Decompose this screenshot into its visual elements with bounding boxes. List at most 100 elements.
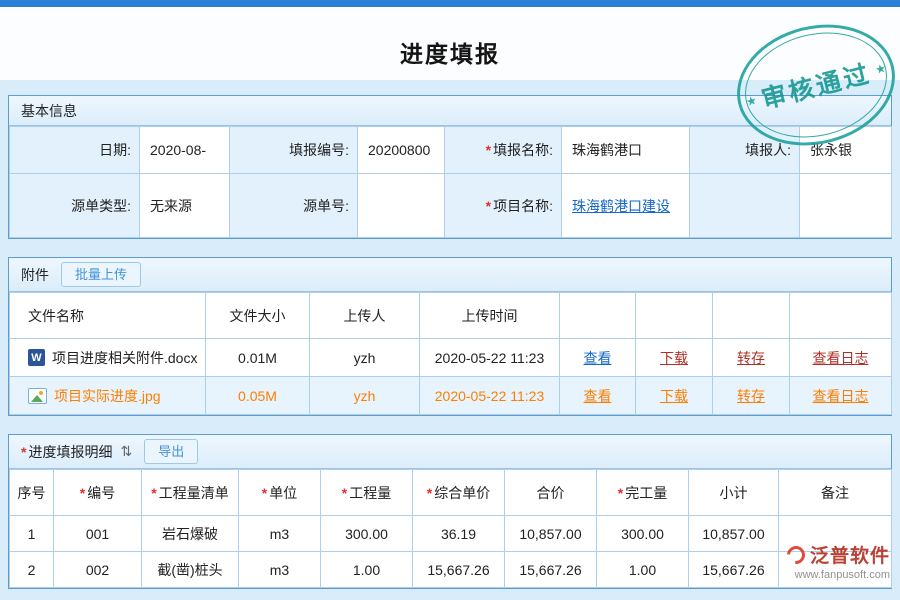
reporter-value: 张永银	[800, 127, 892, 174]
col-unit-price: *综合单价	[413, 470, 505, 516]
col-code: *编号	[54, 470, 142, 516]
page-title: 进度填报	[0, 35, 900, 69]
attachment-row-selected: 项目实际进度.jpg 0.05M yzh 2020-05-22 11:23 查看…	[10, 377, 892, 415]
main-content: 基本信息 日期: 2020-08- 填报编号: 20200800 *填报名称: …	[0, 80, 900, 589]
batch-upload-button[interactable]: 批量上传	[61, 262, 141, 287]
col-action-empty	[560, 293, 636, 339]
col-uploader: 上传人	[310, 293, 420, 339]
col-file-name: 文件名称	[10, 293, 206, 339]
required-mark: *	[486, 142, 491, 158]
col-subtotal: 小计	[689, 470, 779, 516]
view-log-cell: 查看日志	[790, 339, 892, 377]
progress-detail-table: 序号 *编号 *工程量清单 *单位 *工程量 *综合单价 合价 *完工量 小计 …	[9, 469, 892, 588]
col-total-price: 合价	[505, 470, 597, 516]
attachment-row: W 项目进度相关附件.docx 0.01M yzh 2020-05-22 11:…	[10, 339, 892, 377]
unit-price: 36.19	[413, 516, 505, 552]
source-type-label: 源单类型:	[10, 174, 140, 238]
col-boq: *工程量清单	[142, 470, 239, 516]
transfer-link[interactable]: 转存	[737, 350, 765, 366]
project-name-label: *项目名称:	[445, 174, 562, 238]
required-mark: *	[21, 444, 26, 460]
file-name: 项目实际进度.jpg	[54, 386, 161, 406]
view-cell: 查看	[560, 339, 636, 377]
export-button[interactable]: 导出	[144, 439, 198, 464]
basic-info-section: 基本信息 日期: 2020-08- 填报编号: 20200800 *填报名称: …	[8, 95, 892, 239]
total-price: 15,667.26	[505, 552, 597, 588]
project-name-link[interactable]: 珠海鹤港口建设	[572, 198, 670, 214]
code: 001	[54, 516, 142, 552]
upload-time: 2020-05-22 11:23	[420, 339, 560, 377]
source-no-value	[358, 174, 445, 238]
source-no-label: 源单号:	[230, 174, 358, 238]
transfer-cell: 转存	[713, 339, 790, 377]
download-cell: 下载	[636, 377, 713, 415]
report-name-label: *填报名称:	[445, 127, 562, 174]
unit-price: 15,667.26	[413, 552, 505, 588]
subtotal: 15,667.26	[689, 552, 779, 588]
view-link[interactable]: 查看	[584, 350, 612, 366]
col-seq: 序号	[10, 470, 54, 516]
quantity: 300.00	[321, 516, 413, 552]
download-link[interactable]: 下载	[660, 388, 688, 404]
col-action-empty	[790, 293, 892, 339]
col-action-empty	[636, 293, 713, 339]
fanpu-url: www.fanpusoft.com	[787, 569, 890, 581]
seq: 1	[10, 516, 54, 552]
col-completed: *完工量	[597, 470, 689, 516]
progress-detail-title: *进度填报明细	[21, 442, 112, 462]
view-link[interactable]: 查看	[584, 388, 612, 404]
uploader: yzh	[310, 377, 420, 415]
col-remark: 备注	[779, 470, 892, 516]
title-band: 进度填报	[0, 7, 900, 80]
download-cell: 下载	[636, 339, 713, 377]
basic-info-table: 日期: 2020-08- 填报编号: 20200800 *填报名称: 珠海鹤港口…	[9, 126, 892, 238]
view-log-link[interactable]: 查看日志	[813, 350, 869, 366]
completed-qty: 1.00	[597, 552, 689, 588]
progress-detail-header: *进度填报明细 ⇅ 导出	[9, 435, 891, 469]
view-log-link[interactable]: 查看日志	[813, 388, 869, 404]
seq: 2	[10, 552, 54, 588]
date-value: 2020-08-	[140, 127, 230, 174]
attachments-header-row: 文件名称 文件大小 上传人 上传时间	[10, 293, 892, 339]
fanpu-watermark: 泛普软件 www.fanpusoft.com	[787, 541, 890, 581]
view-cell: 查看	[560, 377, 636, 415]
col-action-empty	[713, 293, 790, 339]
transfer-cell: 转存	[713, 377, 790, 415]
basic-info-row-2: 源单类型: 无来源 源单号: *项目名称: 珠海鹤港口建设	[10, 174, 892, 238]
image-file-icon	[28, 388, 47, 404]
col-file-size: 文件大小	[206, 293, 310, 339]
required-mark: *	[486, 198, 491, 214]
total-price: 10,857.00	[505, 516, 597, 552]
transfer-link[interactable]: 转存	[737, 388, 765, 404]
quantity: 1.00	[321, 552, 413, 588]
subtotal: 10,857.00	[689, 516, 779, 552]
source-type-value: 无来源	[140, 174, 230, 238]
report-no-label: 填报编号:	[230, 127, 358, 174]
empty-value-cell	[800, 174, 892, 238]
sort-icon[interactable]: ⇅	[120, 443, 132, 460]
boq-name: 岩石爆破	[142, 516, 239, 552]
report-no-value: 20200800	[358, 127, 445, 174]
detail-header-row: 序号 *编号 *工程量清单 *单位 *工程量 *综合单价 合价 *完工量 小计 …	[10, 470, 892, 516]
reporter-label: 填报人:	[690, 127, 800, 174]
file-size: 0.05M	[206, 377, 310, 415]
view-log-cell: 查看日志	[790, 377, 892, 415]
unit: m3	[239, 552, 321, 588]
attachments-title: 附件	[21, 265, 49, 285]
file-name-cell: W 项目进度相关附件.docx	[10, 339, 206, 377]
col-upload-time: 上传时间	[420, 293, 560, 339]
col-quantity: *工程量	[321, 470, 413, 516]
download-link[interactable]: 下载	[660, 350, 688, 366]
detail-row: 1 001 岩石爆破 m3 300.00 36.19 10,857.00 300…	[10, 516, 892, 552]
fanpu-brand-name: 泛普软件	[810, 541, 890, 568]
boq-name: 截(凿)桩头	[142, 552, 239, 588]
report-name-value: 珠海鹤港口	[562, 127, 690, 174]
attachments-header: 附件 批量上传	[9, 258, 891, 292]
file-name: 项目进度相关附件.docx	[52, 348, 197, 368]
top-bar	[0, 0, 900, 7]
col-unit: *单位	[239, 470, 321, 516]
fanpu-logo-icon	[783, 542, 808, 567]
basic-info-title: 基本信息	[21, 101, 77, 121]
date-label: 日期:	[10, 127, 140, 174]
uploader: yzh	[310, 339, 420, 377]
